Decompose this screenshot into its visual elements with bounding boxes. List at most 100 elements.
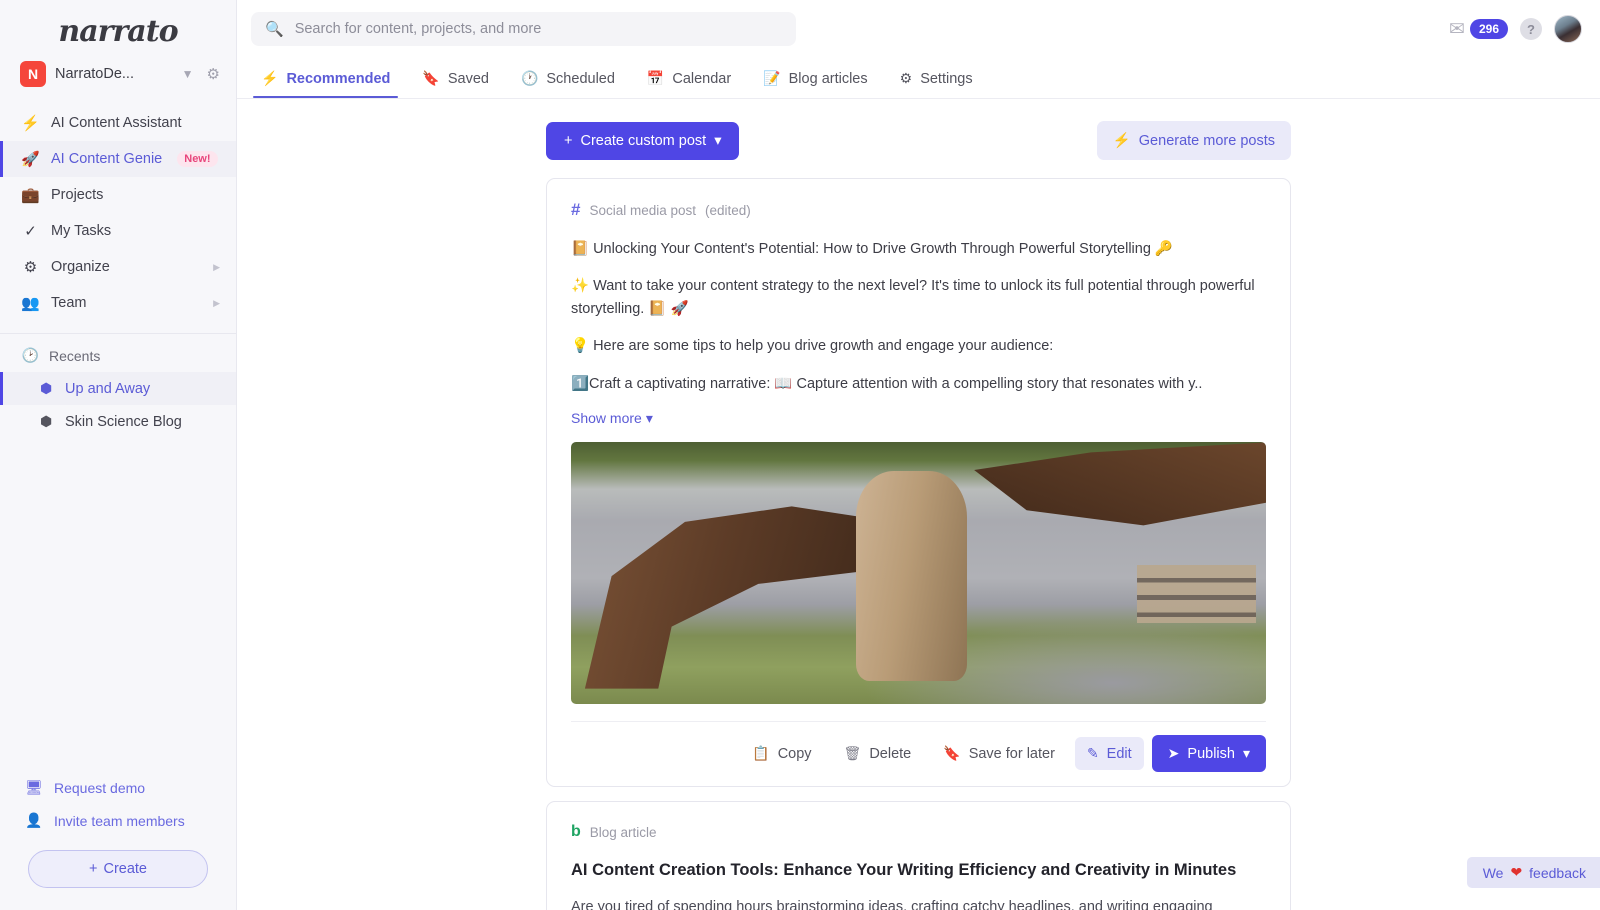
mail-count-badge: 296 <box>1470 19 1508 39</box>
chevron-down-icon: ▾ <box>646 410 653 427</box>
plus-icon: + <box>564 133 572 149</box>
narrato-logo: narrato <box>0 14 236 49</box>
chevron-down-icon: ▾ <box>714 133 721 149</box>
clock-icon: 🕐 <box>521 70 538 87</box>
clock-icon: 🕑 <box>21 347 40 364</box>
blog-type-label: Blog article <box>590 825 657 840</box>
tab-label: Scheduled <box>546 71 615 87</box>
workspace-avatar: N <box>20 61 46 87</box>
chevron-down-icon[interactable]: ▼ <box>182 67 194 81</box>
feedback-post-label: feedback <box>1529 865 1586 881</box>
content-scroll-area: + Create custom post ▾ ⚡ Generate more p… <box>237 99 1600 910</box>
save-for-later-button[interactable]: 🔖 Save for later <box>931 737 1067 770</box>
blog-article-card: b Blog article AI Content Creation Tools… <box>546 801 1291 910</box>
publish-button[interactable]: ➤ Publish ▾ <box>1152 735 1266 772</box>
recent-item-label: Up and Away <box>65 381 150 397</box>
app-root: narrato N NarratoDe... ▼ ⚙ ⚡ AI Content … <box>0 0 1600 910</box>
blog-article-title[interactable]: AI Content Creation Tools: Enhance Your … <box>571 859 1266 881</box>
monitor-icon: 🖥 <box>25 779 43 796</box>
calendar-icon: 📅 <box>647 70 664 87</box>
edit-label: Edit <box>1107 746 1132 762</box>
heart-icon: ❤ <box>1510 864 1522 881</box>
delete-label: Delete <box>869 746 911 762</box>
tab-settings[interactable]: ⚙ Settings <box>884 58 989 98</box>
gear-icon[interactable]: ⚙ <box>207 65 220 83</box>
recents-label: Recents <box>49 348 100 364</box>
recent-item-up-and-away[interactable]: ⬢ Up and Away <box>0 372 236 405</box>
cube-icon: ⬢ <box>40 380 56 397</box>
tab-scheduled[interactable]: 🕐 Scheduled <box>505 58 631 98</box>
sidebar-item-organize[interactable]: ⚙ Organize ▶ <box>0 249 236 285</box>
sidebar-item-my-tasks[interactable]: ✓ My Tasks <box>0 213 236 249</box>
post-image <box>571 442 1266 704</box>
lightning-icon: ⚡ <box>21 114 40 132</box>
request-demo-link[interactable]: 🖥 Request demo <box>0 771 236 804</box>
bookmark-icon: 🔖 <box>943 745 960 762</box>
person-add-icon: 👤 <box>25 812 43 829</box>
post-type-label: Social media post <box>589 203 696 218</box>
bookmark-icon: 🔖 <box>422 70 439 87</box>
sidebar-item-projects[interactable]: 💼 Projects <box>0 177 236 213</box>
tab-saved[interactable]: 🔖 Saved <box>406 58 505 98</box>
feedback-widget[interactable]: We ❤ feedback <box>1467 857 1600 888</box>
sidebar-item-label: Organize <box>51 259 110 275</box>
post-action-bar: 📋 Copy 🗑 Delete 🔖 Save for later ✎ Edit <box>571 721 1266 786</box>
blog-icon: 📝 <box>763 70 780 87</box>
gear-icon: ⚙ <box>900 70 913 87</box>
sidebar-item-label: AI Content Genie <box>51 151 162 167</box>
feedback-pre-label: We <box>1483 865 1504 881</box>
tab-blog-articles[interactable]: 📝 Blog articles <box>747 58 883 98</box>
check-double-icon: ✓ <box>21 222 40 240</box>
show-more-toggle[interactable]: Show more ▾ <box>571 410 653 427</box>
blog-article-body: Are you tired of spending hours brainsto… <box>571 896 1266 910</box>
save-for-later-label: Save for later <box>969 746 1055 762</box>
tab-recommended[interactable]: ⚡ Recommended <box>245 58 406 98</box>
user-avatar[interactable] <box>1554 15 1582 43</box>
sidebar-item-team[interactable]: 👥 Team ▶ <box>0 285 236 321</box>
post-line-tip-1: 1️⃣Craft a captivating narrative: 📖 Capt… <box>571 373 1266 395</box>
send-icon: ➤ <box>1168 745 1180 762</box>
chevron-right-icon: ▶ <box>213 298 220 309</box>
edit-button[interactable]: ✎ Edit <box>1075 737 1144 770</box>
people-icon: 👥 <box>21 294 40 312</box>
help-icon[interactable]: ? <box>1520 18 1542 40</box>
show-more-label: Show more <box>571 410 642 426</box>
rocket-icon: 🚀 <box>21 150 40 168</box>
recent-item-skin-science-blog[interactable]: ⬢ Skin Science Blog <box>0 405 236 438</box>
delete-button[interactable]: 🗑 Delete <box>832 737 924 770</box>
envelope-icon[interactable]: ✉ <box>1449 18 1465 41</box>
generate-more-posts-button[interactable]: ⚡ Generate more posts <box>1097 121 1291 160</box>
publish-label: Publish <box>1187 746 1235 762</box>
gears-icon: ⚙ <box>21 258 40 276</box>
search-input[interactable] <box>295 21 782 37</box>
sidebar-item-label: Projects <box>51 187 103 203</box>
main-area: 🔍 ✉ 296 ? ⚡ Recommended 🔖 Saved <box>237 0 1600 910</box>
create-custom-post-button[interactable]: + Create custom post ▾ <box>546 122 739 160</box>
park-bench-shape <box>1137 565 1255 623</box>
copy-button[interactable]: 📋 Copy <box>740 737 823 770</box>
sidebar-item-ai-content-genie[interactable]: 🚀 AI Content Genie New! <box>0 141 236 177</box>
tab-bar: ⚡ Recommended 🔖 Saved 🕐 Scheduled 📅 Cale… <box>237 58 1600 99</box>
create-button[interactable]: + Create <box>28 850 208 888</box>
post-line-headline: 📔 Unlocking Your Content's Potential: Ho… <box>571 238 1266 260</box>
post-type-row: # Social media post (edited) <box>571 200 1266 220</box>
chevron-down-icon: ▾ <box>1243 745 1250 762</box>
mail-notifications[interactable]: ✉ 296 <box>1449 18 1508 41</box>
logo-wrapper: narrato <box>0 0 236 55</box>
workspace-selector[interactable]: N NarratoDe... ▼ ⚙ <box>0 55 236 101</box>
workspace-name: NarratoDe... <box>55 66 173 82</box>
chevron-right-icon: ▶ <box>213 262 220 273</box>
sidebar-footer: 🖥 Request demo 👤 Invite team members + C… <box>0 771 236 910</box>
sidebar-item-ai-content-assistant[interactable]: ⚡ AI Content Assistant <box>0 105 236 141</box>
request-demo-label: Request demo <box>54 780 145 796</box>
invite-team-label: Invite team members <box>54 813 185 829</box>
invite-team-members-link[interactable]: 👤 Invite team members <box>0 804 236 837</box>
tab-label: Saved <box>448 71 489 87</box>
tab-calendar[interactable]: 📅 Calendar <box>631 58 747 98</box>
primary-nav: ⚡ AI Content Assistant 🚀 AI Content Geni… <box>0 101 236 321</box>
search-box[interactable]: 🔍 <box>251 12 796 46</box>
sidebar: narrato N NarratoDe... ▼ ⚙ ⚡ AI Content … <box>0 0 237 910</box>
sidebar-item-label: AI Content Assistant <box>51 115 182 131</box>
lightning-icon: ⚡ <box>1113 132 1131 149</box>
cube-icon: ⬢ <box>40 413 56 430</box>
